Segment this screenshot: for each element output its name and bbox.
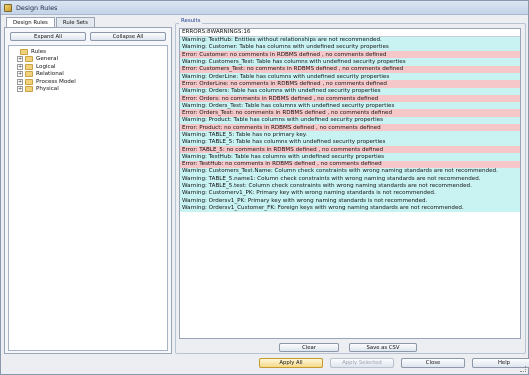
error-row[interactable]: Error: TestHub: no comments in RDBMS def… — [180, 160, 520, 168]
apply-all-button[interactable]: Apply All — [259, 358, 323, 368]
warning-row[interactable]: Warning: Orders_Test: Table has columns … — [180, 102, 520, 110]
tree-node-label: General — [36, 56, 59, 63]
warning-row[interactable]: Warning: Customers_Test: Table has colum… — [180, 58, 520, 66]
left-panel: Design Rules Rule Sets Expand All Collap… — [4, 17, 172, 354]
folder-icon — [25, 63, 33, 70]
results-list[interactable]: ERRORS:8WARNINGS:16 Warning: TestHub: En… — [179, 28, 521, 339]
tree-node-label: Rules — [31, 48, 47, 55]
folder-icon — [25, 86, 33, 93]
warning-row[interactable]: Warning: TABLE_5: Table has no primary k… — [180, 131, 520, 139]
warning-row[interactable]: Warning: TABLE_5: Table has columns with… — [180, 138, 520, 146]
window-title: Design Rules — [16, 3, 58, 12]
warning-row[interactable]: Warning: Customers_Test.Name: Column che… — [180, 167, 520, 176]
results-summary: ERRORS:8WARNINGS:16 — [180, 29, 520, 37]
title-bar: Design Rules — [1, 1, 528, 15]
warning-row[interactable]: Warning: Ordersv1_Customer_FK: Foreign k… — [180, 204, 520, 212]
warning-row[interactable]: Warning: Orders: Table has columns with … — [180, 87, 520, 95]
error-row[interactable]: Error: Product: no comments in RDBMS def… — [180, 124, 520, 132]
results-panel: ERRORS:8WARNINGS:16 Warning: TestHub: En… — [175, 17, 526, 354]
error-row[interactable]: Error: Customer: no comments in RDBMS de… — [180, 51, 520, 59]
results-title: Results — [179, 18, 203, 24]
expand-icon[interactable]: + — [17, 71, 23, 78]
warning-row[interactable]: Warning: TestHub: Entities without relat… — [180, 36, 520, 44]
results-buttons: Clear Save as CSV — [279, 343, 417, 352]
tree-node-label: Logical — [36, 63, 56, 70]
clear-button[interactable]: Clear — [279, 343, 339, 352]
collapse-all-button[interactable]: Collapse All — [90, 32, 166, 41]
folder-icon — [25, 71, 33, 78]
close-button[interactable]: Close — [401, 358, 465, 368]
error-row[interactable]: Error: Orders: no comments in RDBMS defi… — [180, 94, 520, 103]
expand-icon[interactable]: + — [17, 86, 23, 93]
tree-node-label: Relational — [36, 71, 64, 78]
design-rules-dialog: Design Rules Design Rules Rule Sets Expa… — [0, 0, 529, 375]
warning-row[interactable]: Warning: TABLE_5.name1: Column check con… — [180, 175, 520, 183]
tree-node-logical[interactable]: + Logical — [12, 63, 164, 71]
tree-node-label: Process Model — [36, 78, 76, 85]
error-row[interactable]: Error: TABLE_5: no comments in RDBMS def… — [180, 145, 520, 154]
warning-row[interactable]: Warning: TestHub: Table has columns with… — [180, 153, 520, 161]
warning-row[interactable]: Warning: Customerv1_PK: Primary key with… — [180, 189, 520, 198]
warning-row[interactable]: Warning: Customer: Table has columns wit… — [180, 43, 520, 52]
app-icon — [4, 3, 12, 12]
tab-rule-sets[interactable]: Rule Sets — [55, 17, 95, 27]
folder-icon — [25, 78, 33, 85]
tree-buttons: Expand All Collapse All — [10, 32, 166, 41]
expand-icon[interactable]: + — [17, 63, 23, 70]
results-rows: Warning: TestHub: Entities without relat… — [180, 36, 520, 212]
tree-node-process-model[interactable]: + Process Model — [12, 78, 164, 86]
expand-icon[interactable]: + — [17, 56, 23, 63]
expand-icon[interactable]: + — [17, 78, 23, 85]
expand-all-button[interactable]: Expand All — [10, 32, 86, 41]
folder-icon — [20, 48, 28, 55]
tab-strip: Design Rules Rule Sets — [6, 17, 96, 28]
tree-node-general[interactable]: + General — [12, 56, 164, 64]
tree-node-label: Physical — [36, 86, 59, 93]
design-rules-tab-body: Expand All Collapse All Rules + General … — [4, 27, 172, 354]
save-as-csv-button[interactable]: Save as CSV — [349, 343, 417, 352]
tree-node-rules[interactable]: Rules — [12, 48, 164, 56]
error-row[interactable]: Error: Customers_Test: no comments in RD… — [180, 65, 520, 73]
folder-icon — [25, 56, 33, 63]
apply-selected-button[interactable]: Apply Selected — [330, 358, 394, 368]
rules-tree[interactable]: Rules + General + Logical + Relational +… — [8, 45, 168, 351]
resize-grip-icon[interactable] — [520, 366, 526, 372]
error-row[interactable]: Error: OrderLine: no comments in RDBMS d… — [180, 80, 520, 88]
warning-row[interactable]: Warning: Ordersv1_PK: Primary key with w… — [180, 197, 520, 205]
warning-row[interactable]: Warning: Product: Table has columns with… — [180, 116, 520, 125]
error-row[interactable]: Error: Orders_Test: no comments in RDBMS… — [180, 109, 520, 117]
results-group: ERRORS:8WARNINGS:16 Warning: TestHub: En… — [175, 23, 526, 354]
warning-row[interactable]: Warning: OrderLine: Table has columns wi… — [180, 72, 520, 81]
tree-node-relational[interactable]: + Relational — [12, 71, 164, 79]
warning-row[interactable]: Warning: TABLE_5.test: Column check cons… — [180, 182, 520, 190]
tree-node-physical[interactable]: + Physical — [12, 86, 164, 94]
dialog-buttons: Apply All Apply Selected Close Help — [259, 358, 529, 368]
